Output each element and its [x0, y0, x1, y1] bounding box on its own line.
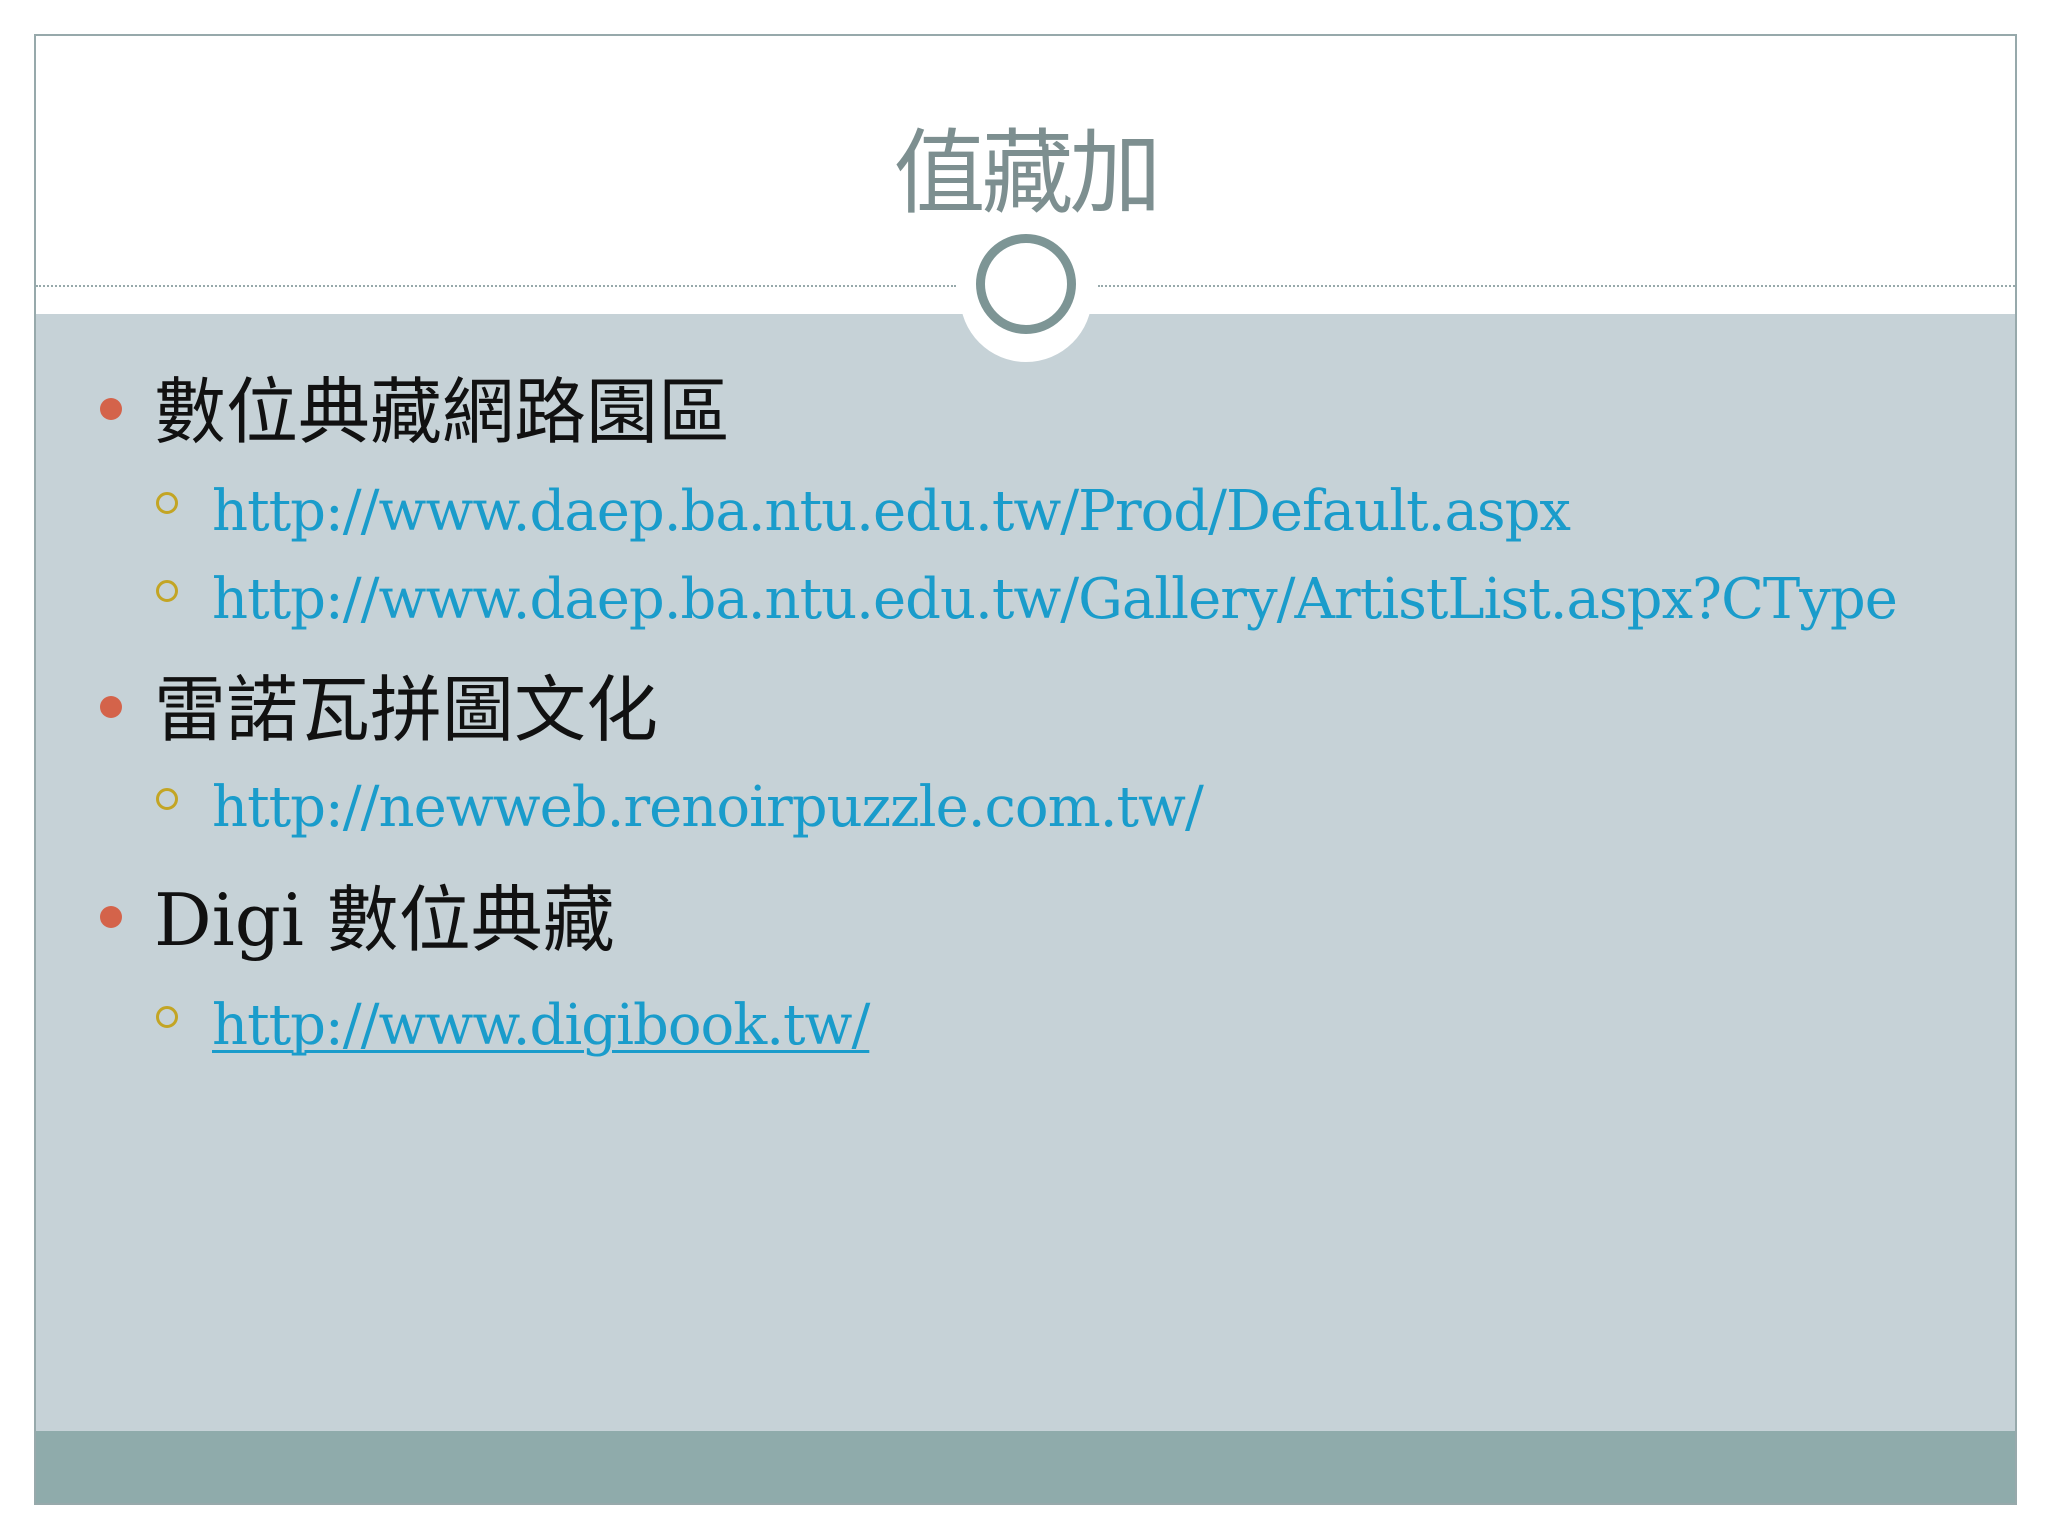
slide: 值藏加 數位典藏網路園區 http://www.daep.ba.ntu.edu.… [34, 34, 2017, 1505]
footer-band [36, 1431, 2015, 1503]
bullet-dot-icon [100, 696, 122, 718]
slide-title: 值藏加 [893, 120, 1161, 227]
bullet-dot-icon [100, 906, 122, 928]
circle-ornament-icon [976, 234, 1076, 334]
sub-bullet-ring-icon [156, 1006, 178, 1028]
title-divider-left [36, 285, 956, 287]
link-daep-prod[interactable]: http://www.daep.ba.ntu.edu.tw/Prod/Defau… [212, 484, 1571, 540]
sub-bullet-ring-icon [156, 788, 178, 810]
list-item: Digi 數位典藏 [154, 878, 615, 962]
link-digibook[interactable]: http://www.digibook.tw/ [212, 998, 870, 1054]
link-renoirpuzzle[interactable]: http://newweb.renoirpuzzle.com.tw/ [212, 780, 1204, 836]
bullet-dot-icon [100, 398, 122, 420]
link-daep-gallery[interactable]: http://www.daep.ba.ntu.edu.tw/Gallery/Ar… [212, 572, 1898, 628]
list-item: 數位典藏網路園區 [154, 370, 731, 454]
list-item: 雷諾瓦拼圖文化 [154, 668, 659, 752]
sub-bullet-ring-icon [156, 492, 178, 514]
title-divider-right [1098, 285, 2015, 287]
sub-bullet-ring-icon [156, 580, 178, 602]
